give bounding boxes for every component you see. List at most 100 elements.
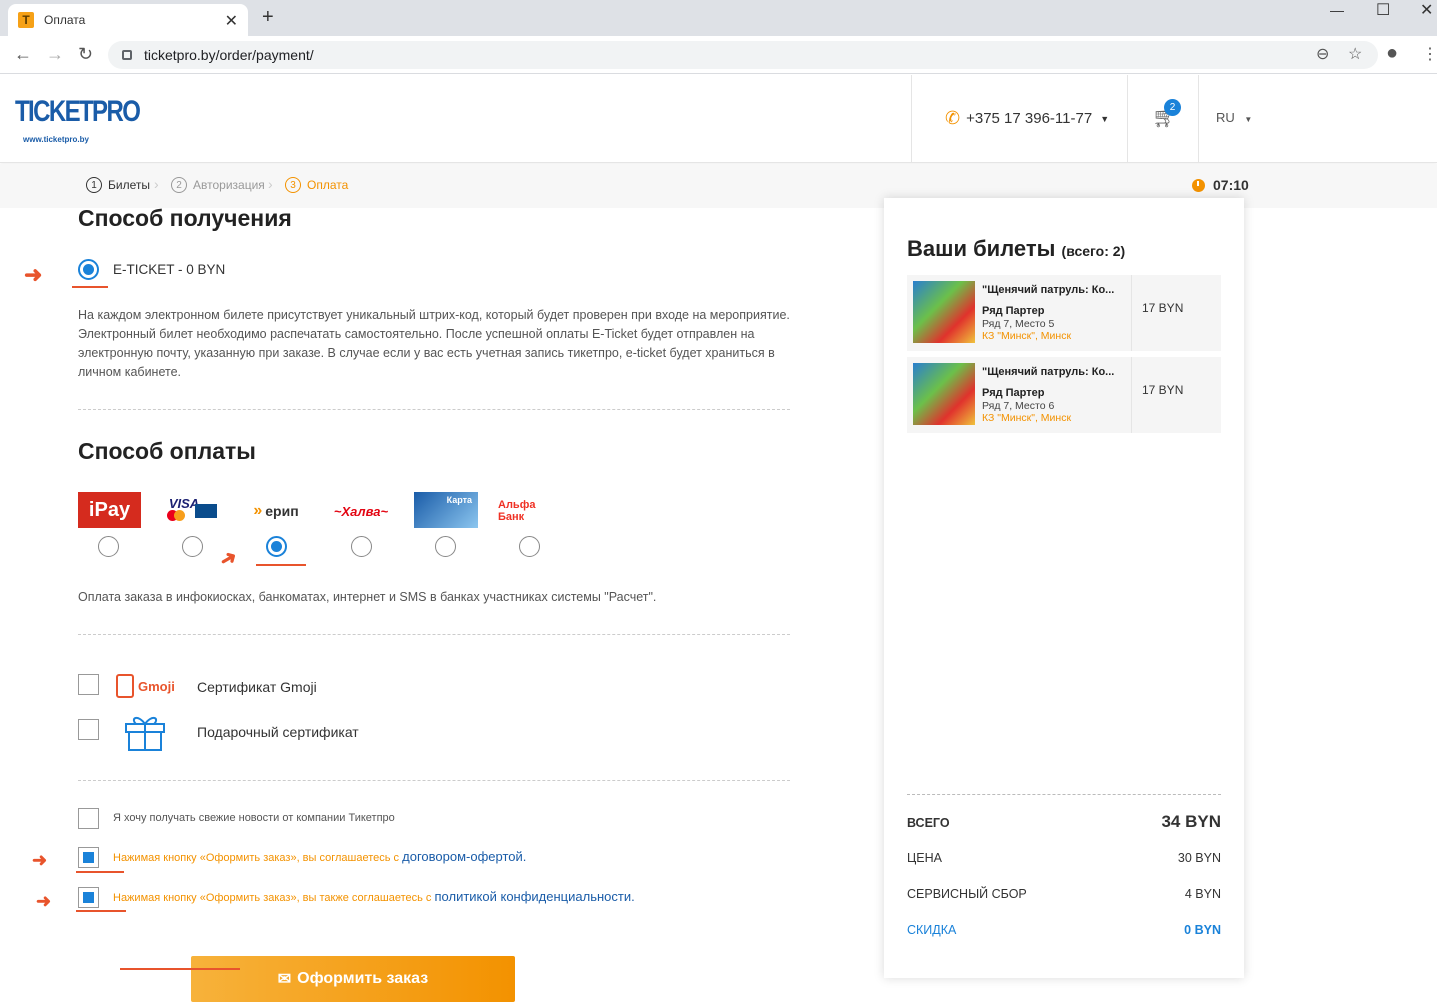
service-fee-label: СЕРВИСНЫЙ СБОР bbox=[907, 887, 1027, 901]
gift-certificate-checkbox[interactable] bbox=[78, 719, 99, 740]
privacy-link[interactable]: политикой конфиденциальности bbox=[435, 889, 632, 904]
newsletter-checkbox[interactable] bbox=[78, 808, 99, 829]
header-divider bbox=[1198, 75, 1199, 163]
ticket-seat: Ряд 7, Место 5 bbox=[982, 318, 1055, 330]
ticket-row-label: Ряд Партер bbox=[982, 387, 1045, 399]
close-window-icon[interactable]: ✕ bbox=[1420, 0, 1433, 20]
event-thumbnail bbox=[913, 281, 975, 343]
cart-summary-title: Ваши билеты (всего: 2) bbox=[907, 236, 1125, 262]
order-timer: 07:10 bbox=[1192, 177, 1249, 193]
step-authorization[interactable]: 2 Авторизация bbox=[171, 177, 265, 193]
price-value: 30 BYN bbox=[1177, 851, 1221, 865]
step-number: 1 bbox=[86, 177, 102, 193]
step-label: Оплата bbox=[307, 178, 349, 192]
erip-radio[interactable] bbox=[266, 536, 287, 557]
ipay-radio[interactable] bbox=[98, 536, 119, 557]
site-header: TICKETPRO www.ticketpro.by ✆ +375 17 396… bbox=[0, 75, 1437, 163]
eticket-radio[interactable] bbox=[78, 259, 99, 280]
ticket-price: 17 BYN bbox=[1142, 301, 1184, 315]
reload-icon[interactable]: ↻ bbox=[78, 44, 93, 65]
phone-dropdown[interactable]: ✆ +375 17 396-11-77 ▼ bbox=[945, 108, 1109, 129]
privacy-consent-checkbox[interactable] bbox=[78, 887, 99, 908]
tab-title: Оплата bbox=[44, 13, 86, 27]
browser-tab[interactable]: T Оплата ✕ bbox=[8, 4, 248, 36]
eticket-label: E-TICKET - 0 BYN bbox=[113, 262, 226, 277]
divider bbox=[78, 780, 790, 781]
forward-icon[interactable]: → bbox=[46, 44, 64, 65]
cart-count-badge: 2 bbox=[1164, 99, 1181, 116]
halva-radio[interactable] bbox=[351, 536, 372, 557]
halva-logo[interactable]: ~Халва~ bbox=[329, 492, 393, 530]
logo[interactable]: TICKETPRO www.ticketpro.by bbox=[15, 95, 170, 147]
offer-link[interactable]: договором-офертой bbox=[402, 849, 523, 864]
annotation-underline bbox=[256, 564, 306, 566]
caret-down-icon: ▼ bbox=[1244, 115, 1253, 124]
gmoji-checkbox[interactable] bbox=[78, 674, 99, 695]
gmoji-logo: Gmoji bbox=[116, 674, 175, 698]
step-tickets[interactable]: 1 Билеты bbox=[86, 177, 150, 193]
erip-logo[interactable]: » ерип bbox=[244, 492, 308, 530]
step-label: Авторизация bbox=[193, 178, 265, 192]
alfabank-logo[interactable]: Альфа Банк bbox=[498, 492, 562, 530]
ticket-seat: Ряд 7, Место 6 bbox=[982, 400, 1055, 412]
ticket-item[interactable]: "Щенячий патруль: Ко... Ряд Партер Ряд 7… bbox=[907, 275, 1221, 351]
card-radio[interactable] bbox=[435, 536, 456, 557]
cart-button[interactable]: 🛒︎ 2 bbox=[1152, 99, 1181, 130]
payment-title: Способ оплаты bbox=[78, 438, 256, 464]
ticket-event-name: "Щенячий патруль: Ко... bbox=[982, 284, 1115, 296]
new-tab-icon[interactable]: + bbox=[262, 6, 274, 29]
ticket-row-label: Ряд Партер bbox=[982, 305, 1045, 317]
visa-radio[interactable] bbox=[182, 536, 203, 557]
annotation-underline bbox=[76, 871, 124, 873]
browser-tab-bar: T Оплата ✕ + — ☐ ✕ bbox=[0, 0, 1437, 36]
step-number: 2 bbox=[171, 177, 187, 193]
close-tab-icon[interactable]: ✕ bbox=[225, 11, 238, 31]
discount-value: 0 BYN bbox=[1184, 923, 1221, 937]
zoom-icon[interactable]: ⊖ bbox=[1316, 44, 1329, 64]
annotation-underline bbox=[76, 910, 126, 912]
ticket-venue: КЗ "Минск", Минск bbox=[982, 330, 1072, 342]
menu-icon[interactable]: ⋮ bbox=[1422, 44, 1437, 64]
ticket-event-name: "Щенячий патруль: Ко... bbox=[982, 366, 1115, 378]
minimize-icon[interactable]: — bbox=[1330, 2, 1344, 22]
back-icon[interactable]: ← bbox=[14, 44, 32, 65]
annotation-arrow-icon: ➜ bbox=[24, 262, 43, 287]
place-order-label: Оформить заказ bbox=[297, 970, 429, 987]
discount-label[interactable]: СКИДКА bbox=[907, 923, 956, 937]
phone-icon: ✆ bbox=[945, 108, 961, 128]
ticket-divider bbox=[1131, 275, 1132, 351]
gmoji-logo-text: Gmoji bbox=[138, 678, 175, 694]
bookmark-star-icon[interactable]: ☆ bbox=[1348, 44, 1362, 64]
header-divider bbox=[911, 75, 912, 163]
url-input[interactable]: ticketpro.by/order/payment/ bbox=[108, 41, 1378, 69]
logo-subtext: www.ticketpro.by bbox=[23, 135, 89, 144]
url-text: ticketpro.by/order/payment/ bbox=[144, 47, 314, 63]
annotation-underline bbox=[120, 968, 240, 970]
place-order-button[interactable]: ✉ Оформить заказ bbox=[191, 956, 515, 1002]
language-dropdown[interactable]: RU ▼ bbox=[1216, 110, 1252, 125]
newsletter-label: Я хочу получать свежие новости от компан… bbox=[113, 812, 395, 824]
alfabank-radio[interactable] bbox=[519, 536, 540, 557]
payment-description: Оплата заказа в инфокиосках, банкоматах,… bbox=[78, 590, 657, 604]
annotation-arrow-icon: ➜ bbox=[215, 545, 242, 573]
privacy-consent-text: Нажимая кнопку «Оформить заказ», вы такж… bbox=[113, 892, 432, 904]
profile-icon[interactable]: ● bbox=[1386, 42, 1398, 65]
visa-mastercard-logo[interactable]: VISA bbox=[161, 492, 225, 530]
privacy-consent-label: Нажимая кнопку «Оформить заказ», вы такж… bbox=[113, 889, 635, 904]
annotation-arrow-icon: ➜ bbox=[36, 891, 52, 911]
clock-icon bbox=[1192, 178, 1205, 192]
phone-number: +375 17 396-11-77 bbox=[966, 110, 1093, 127]
cash-icon: ✉ bbox=[277, 971, 292, 988]
ticket-item[interactable]: "Щенячий патруль: Ко... Ряд Партер Ряд 7… bbox=[907, 357, 1221, 433]
cart-title-text: Ваши билеты bbox=[907, 236, 1056, 261]
maximize-icon[interactable]: ☐ bbox=[1376, 0, 1390, 20]
annotation-arrow-icon: ➜ bbox=[32, 850, 48, 870]
card-logo[interactable]: Карта bbox=[414, 492, 478, 528]
offer-consent-checkbox[interactable] bbox=[78, 847, 99, 868]
header-divider bbox=[1127, 75, 1128, 163]
step-number: 3 bbox=[285, 177, 301, 193]
erip-chevron-icon: » bbox=[253, 502, 263, 519]
delivery-description: На каждом электронном билете присутствуе… bbox=[78, 308, 790, 379]
ipay-logo[interactable]: iPay bbox=[78, 492, 141, 528]
gmoji-label: Сертификат Gmoji bbox=[197, 679, 317, 695]
